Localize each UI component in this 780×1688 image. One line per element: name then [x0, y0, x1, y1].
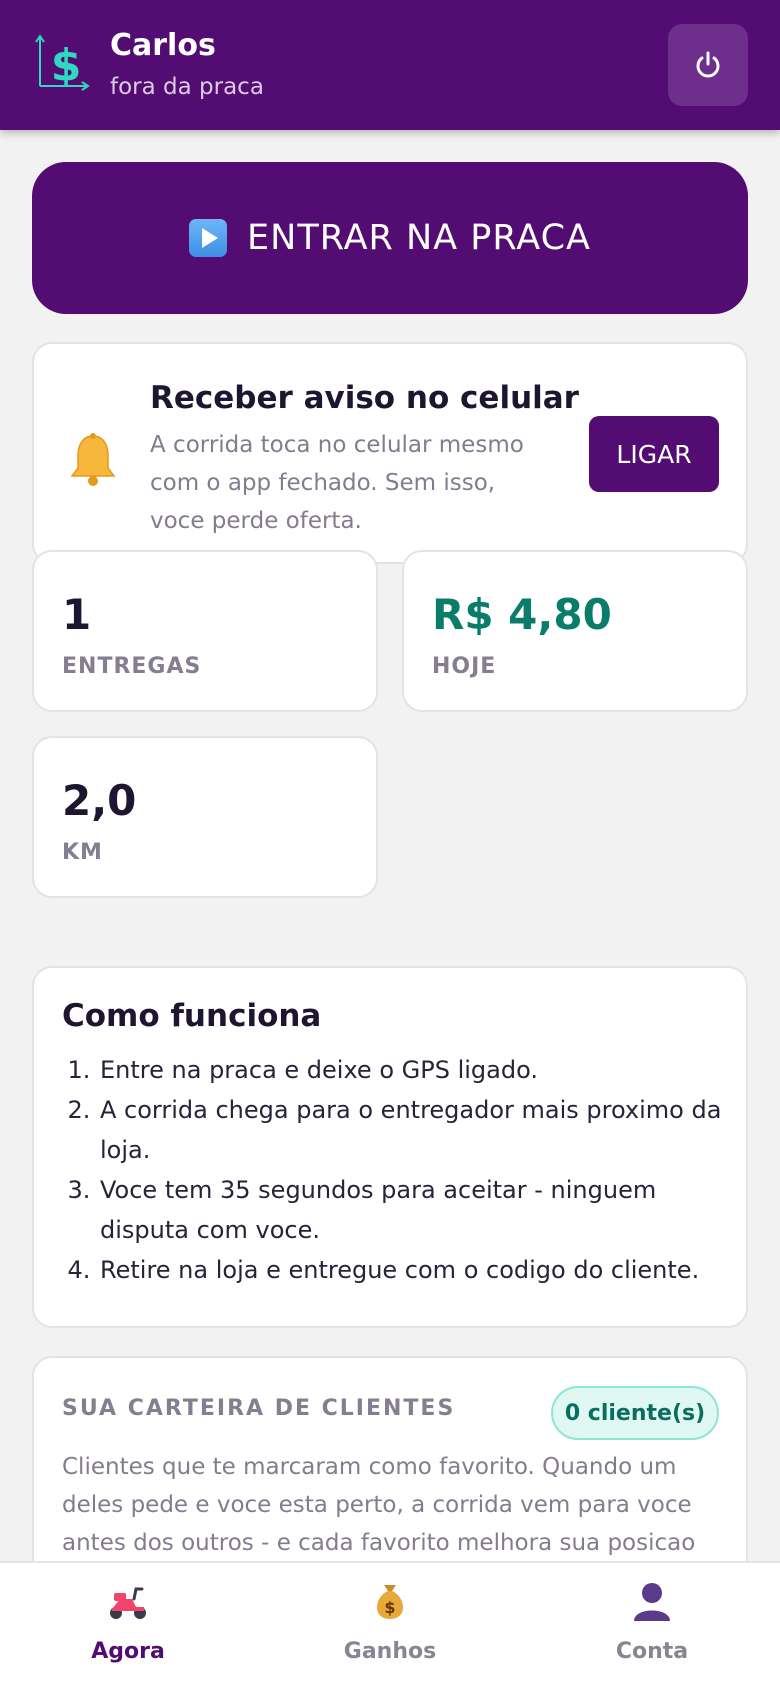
nav-label: Ganhos: [343, 1639, 437, 1664]
bell-icon: [70, 433, 116, 486]
enter-praca-button[interactable]: ENTRAR NA PRACA: [32, 162, 748, 314]
stat-value: 2,0: [62, 776, 137, 825]
stat-card-deliveries: 1 ENTREGAS: [32, 550, 378, 712]
step-item: Retire na loja e entregue com o codigo d…: [98, 1250, 738, 1290]
top-bar: $ Carlos fora da praca: [0, 0, 780, 130]
nav-label: Agora: [91, 1639, 165, 1664]
power-icon: [696, 51, 720, 78]
wallet-title: SUA CARTEIRA DE CLIENTES: [62, 1396, 456, 1421]
step-item: Voce tem 35 segundos para aceitar - ning…: [98, 1170, 738, 1250]
notification-title: Receber aviso no celular: [150, 380, 579, 416]
nav-label: Conta: [615, 1639, 689, 1664]
how-it-works-steps: Entre na praca e deixe o GPS ligado. A c…: [98, 1050, 738, 1290]
enter-praca-label: ENTRAR NA PRACA: [247, 218, 591, 258]
client-wallet-card: SUA CARTEIRA DE CLIENTES 0 cliente(s) Cl…: [32, 1356, 748, 1561]
power-button[interactable]: [668, 24, 748, 106]
money-bag-icon: $: [377, 1585, 403, 1619]
svg-text:$: $: [384, 1598, 395, 1617]
client-count-badge: 0 cliente(s): [551, 1386, 719, 1440]
stat-label: HOJE: [432, 654, 497, 679]
stat-label: ENTREGAS: [62, 654, 202, 679]
step-item: A corrida chega para o entregador mais p…: [98, 1090, 738, 1170]
wallet-description: Clientes que te marcaram como favorito. …: [62, 1454, 696, 1556]
step-item: Entre na praca e deixe o GPS ligado.: [98, 1050, 738, 1090]
scooter-icon: [110, 1587, 146, 1619]
stat-label: KM: [62, 840, 103, 865]
play-icon: [189, 219, 228, 257]
how-it-works-title: Como funciona: [62, 998, 322, 1034]
user-icon: [634, 1583, 670, 1621]
user-name: Carlos: [110, 28, 216, 63]
stat-card-distance: 2,0 KM: [32, 736, 378, 898]
nav-item-conta[interactable]: Conta: [572, 1579, 732, 1679]
enable-notifications-button[interactable]: LIGAR: [589, 416, 719, 492]
nav-item-ganhos[interactable]: $ Ganhos: [310, 1579, 470, 1679]
user-status: fora da praca: [110, 74, 264, 100]
bottom-nav: Agora $ Ganhos Conta: [0, 1561, 780, 1688]
stat-value: 1: [62, 590, 92, 639]
how-it-works-card: Como funciona Entre na praca e deixe o G…: [32, 966, 748, 1328]
notification-description: A corrida toca no celular mesmo com o ap…: [150, 432, 524, 534]
dollar-logo-icon: $: [35, 34, 90, 91]
notification-card: Receber aviso no celular A corrida toca …: [32, 342, 748, 564]
main-content: ENTRAR NA PRACA Receber aviso no celular…: [0, 130, 780, 1561]
stat-card-earnings-today: R$ 4,80 HOJE: [402, 550, 748, 712]
svg-text:$: $: [51, 40, 82, 91]
nav-item-agora[interactable]: Agora: [48, 1579, 208, 1679]
stat-value: R$ 4,80: [432, 590, 612, 639]
